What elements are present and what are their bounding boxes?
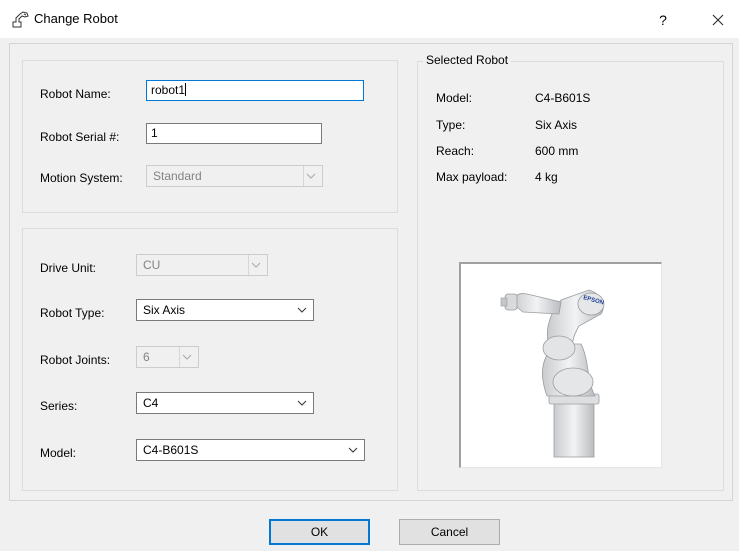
model-value: C4-B601S: [143, 443, 199, 457]
robot-joints-value: 6: [143, 350, 150, 364]
motion-system-label: Motion System:: [40, 171, 123, 185]
ok-button[interactable]: OK: [269, 519, 370, 545]
close-icon: [712, 14, 724, 26]
robot-name-input[interactable]: robot1: [146, 80, 364, 101]
info-payload-value: 4 kg: [535, 170, 558, 184]
cancel-button[interactable]: Cancel: [399, 519, 500, 545]
robot-arm-icon: [12, 11, 29, 28]
info-model-value: C4-B601S: [535, 91, 591, 105]
robot-serial-input[interactable]: 1: [146, 123, 322, 144]
drive-unit-label: Drive Unit:: [40, 261, 97, 275]
info-model-label: Model:: [436, 91, 473, 105]
series-label: Series:: [40, 399, 78, 413]
robot-type-value: Six Axis: [143, 303, 186, 317]
robot-type-select[interactable]: Six Axis: [136, 299, 314, 321]
series-select[interactable]: C4: [136, 392, 314, 414]
chevron-down-icon: [179, 347, 192, 367]
drive-unit-value: CU: [143, 258, 161, 272]
robot-image-frame: EPSON: [459, 262, 662, 468]
chevron-down-icon: [297, 307, 307, 313]
robot-serial-value: 1: [151, 126, 158, 140]
info-reach-label: Reach:: [436, 144, 475, 158]
info-reach-value: 600 mm: [535, 144, 579, 158]
chevron-down-icon: [348, 447, 358, 453]
drive-unit-select[interactable]: CU: [136, 254, 268, 276]
model-select[interactable]: C4-B601S: [136, 439, 365, 461]
text-caret: [185, 83, 187, 96]
robot-joints-label: Robot Joints:: [40, 353, 111, 367]
robot-type-label: Robot Type:: [40, 306, 105, 320]
motion-system-select[interactable]: Standard: [146, 165, 323, 187]
title-bar: Change Robot ?: [0, 0, 739, 38]
help-button[interactable]: ?: [652, 9, 674, 31]
robot-name-value: robot1: [151, 83, 186, 97]
robot-name-label: Robot Name:: [40, 87, 111, 101]
robot-serial-label: Robot Serial #:: [40, 130, 120, 144]
robot-joints-select[interactable]: 6: [136, 346, 199, 368]
info-type-value: Six Axis: [535, 118, 578, 132]
motion-system-value: Standard: [153, 169, 202, 183]
window-title: Change Robot: [34, 11, 118, 26]
chevron-down-icon: [248, 255, 261, 275]
robot-image: EPSON: [500, 289, 605, 458]
info-payload-label: Max payload:: [436, 170, 508, 184]
model-label: Model:: [40, 446, 77, 460]
close-button[interactable]: [706, 9, 730, 31]
series-value: C4: [143, 396, 159, 410]
chevron-down-icon: [303, 166, 316, 186]
chevron-down-icon: [297, 400, 307, 406]
info-type-label: Type:: [436, 118, 466, 132]
selected-robot-legend: Selected Robot: [423, 53, 512, 67]
